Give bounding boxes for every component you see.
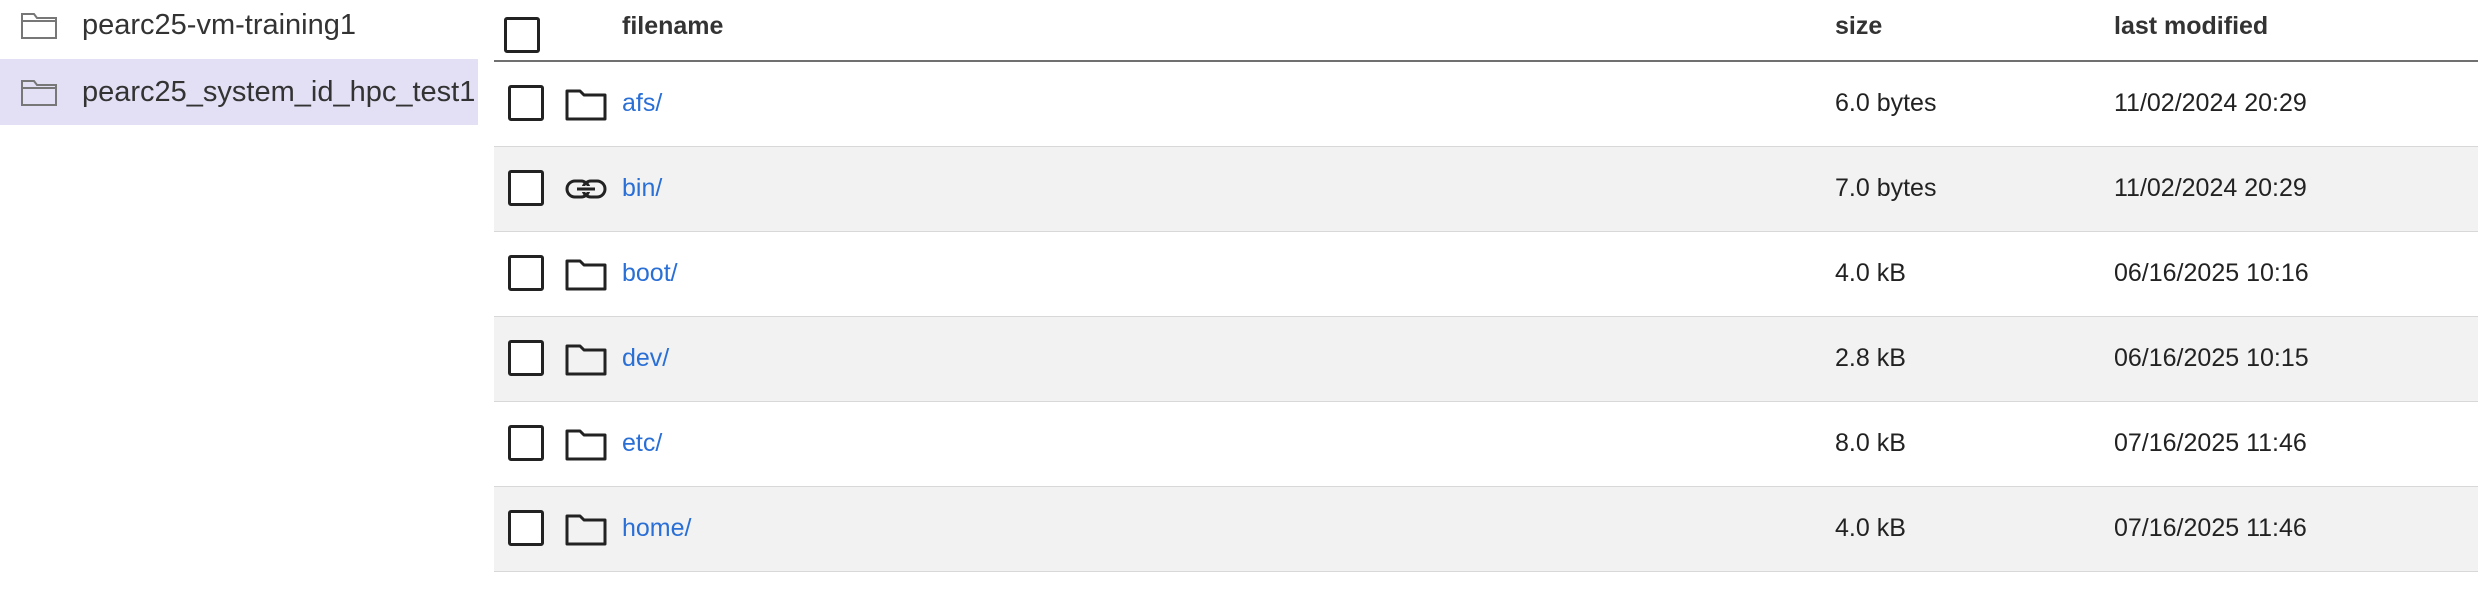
table-row[interactable]: home/ 4.0 kB 07/16/2025 11:46 (494, 487, 2478, 572)
file-size: 8.0 kB (1835, 429, 1906, 457)
column-header-last-modified[interactable]: last modified (2114, 12, 2268, 41)
file-link[interactable]: dev/ (622, 344, 669, 373)
column-header-filename[interactable]: filename (622, 12, 723, 41)
file-modified: 07/16/2025 11:46 (2114, 514, 2307, 542)
sidebar-item-label: pearc25_system_id_hpc_test1 (82, 75, 476, 108)
file-modified: 11/02/2024 20:29 (2114, 89, 2307, 117)
table-row[interactable]: boot/ 4.0 kB 06/16/2025 10:16 (494, 232, 2478, 317)
table-row[interactable]: etc/ 8.0 kB 07/16/2025 11:46 (494, 402, 2478, 487)
row-checkbox[interactable] (508, 425, 544, 461)
file-size: 4.0 kB (1835, 514, 1906, 542)
sidebar-item-label: pearc25-vm-training1 (82, 8, 357, 41)
file-link[interactable]: home/ (622, 514, 691, 543)
file-link[interactable]: afs/ (622, 89, 662, 118)
sidebar-item-pearc25-system-id-hpc-test1[interactable]: pearc25_system_id_hpc_test1 (0, 59, 478, 125)
sidebar-item-pearc25-vm-training1[interactable]: pearc25-vm-training1 (0, 0, 478, 58)
folder-icon (564, 424, 608, 464)
folder-icon (20, 77, 58, 107)
table-row[interactable]: afs/ 6.0 bytes 11/02/2024 20:29 (494, 62, 2478, 147)
row-checkbox[interactable] (508, 85, 544, 121)
folder-icon (564, 339, 608, 379)
file-size: 7.0 bytes (1835, 174, 1937, 202)
folder-icon (564, 509, 608, 549)
column-header-size[interactable]: size (1835, 12, 1882, 41)
sidebar: pearc25-vm-training1 pearc25_system_id_h… (0, 0, 478, 590)
file-link[interactable]: bin/ (622, 174, 662, 203)
folder-icon (20, 10, 58, 40)
table-header: filename size last modified (494, 0, 2478, 62)
file-modified: 07/16/2025 11:46 (2114, 429, 2307, 457)
table-row[interactable]: bin/ 7.0 bytes 11/02/2024 20:29 (494, 147, 2478, 232)
file-modified: 06/16/2025 10:15 (2114, 344, 2309, 372)
file-size: 4.0 kB (1835, 259, 1906, 287)
row-checkbox[interactable] (508, 170, 544, 206)
row-checkbox[interactable] (508, 255, 544, 291)
file-link[interactable]: boot/ (622, 259, 678, 288)
folder-icon (564, 84, 608, 124)
table-row[interactable]: dev/ 2.8 kB 06/16/2025 10:15 (494, 317, 2478, 402)
file-modified: 11/02/2024 20:29 (2114, 174, 2307, 202)
file-size: 6.0 bytes (1835, 89, 1937, 117)
row-checkbox[interactable] (508, 510, 544, 546)
folder-icon (564, 254, 608, 294)
file-modified: 06/16/2025 10:16 (2114, 259, 2309, 287)
link-icon (564, 169, 608, 209)
row-checkbox[interactable] (508, 340, 544, 376)
file-size: 2.8 kB (1835, 344, 1906, 372)
select-all-checkbox[interactable] (504, 17, 540, 53)
file-link[interactable]: etc/ (622, 429, 662, 458)
